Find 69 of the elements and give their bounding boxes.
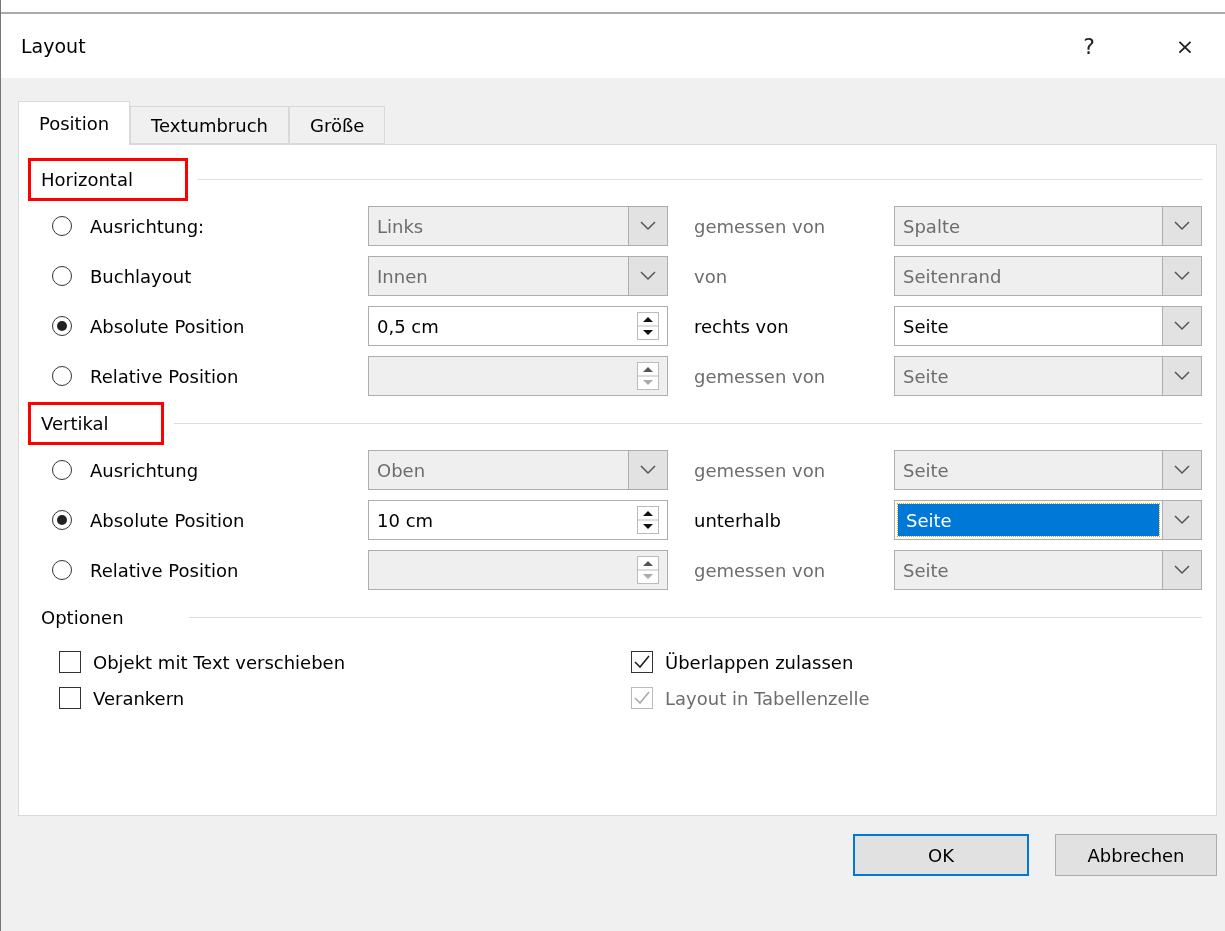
spinner-field[interactable]: 10 cm — [368, 500, 668, 540]
tab[interactable]: Textumbruch — [130, 106, 289, 144]
relation-label: gemessen von — [694, 559, 827, 581]
chevron-down-icon — [1174, 221, 1190, 231]
chevron-down-icon — [1174, 565, 1190, 575]
relation-label: gemessen von — [694, 365, 827, 387]
window-title: Layout — [21, 35, 87, 57]
radio-button[interactable] — [52, 560, 72, 580]
option-label: Ausrichtung — [90, 459, 200, 481]
dropdown[interactable]: Links — [368, 206, 668, 246]
tab[interactable]: Größe — [289, 106, 386, 144]
option-label: Buchlayout — [90, 265, 193, 287]
checkbox[interactable] — [59, 651, 81, 673]
chevron-down-icon — [1174, 465, 1190, 475]
radio-button[interactable] — [52, 266, 72, 286]
section-heading: Optionen — [40, 605, 125, 630]
radio-button[interactable] — [52, 510, 72, 530]
dropdown[interactable]: Seite — [894, 500, 1202, 540]
relation-label: rechts von — [694, 315, 790, 337]
close-button[interactable]: × — [1157, 26, 1213, 66]
dropdown[interactable]: Seite — [894, 450, 1202, 490]
chevron-down-icon — [1174, 515, 1190, 525]
checkbox[interactable] — [631, 651, 653, 673]
option-label: Relative Position — [90, 365, 240, 387]
option-label: Relative Position — [90, 559, 240, 581]
dropdown[interactable]: Seitenrand — [894, 256, 1202, 296]
checkbox-label: Layout in Tabellenzelle — [665, 687, 870, 709]
chevron-down-icon — [640, 465, 656, 475]
radio-button[interactable] — [52, 216, 72, 236]
dropdown[interactable]: Seite — [894, 306, 1202, 346]
option-label: Absolute Position — [90, 315, 246, 337]
dropdown[interactable]: Spalte — [894, 206, 1202, 246]
chevron-down-icon — [1174, 271, 1190, 281]
checkbox-label: Verankern — [93, 687, 185, 709]
section-heading: Vertikal — [28, 401, 164, 445]
option-label: Absolute Position — [90, 509, 246, 531]
spinner-field[interactable] — [368, 550, 668, 590]
cancel-button[interactable]: Abbrechen — [1055, 834, 1217, 876]
spin-arrows-icon[interactable] — [637, 362, 659, 390]
option-label: Ausrichtung: — [90, 215, 206, 237]
help-button[interactable]: ? — [1061, 26, 1117, 66]
ok-button[interactable]: OK — [853, 834, 1029, 876]
chevron-down-icon — [1174, 321, 1190, 331]
dropdown[interactable]: Seite — [894, 356, 1202, 396]
section-heading: Horizontal — [28, 157, 188, 201]
spinner-field[interactable] — [368, 356, 668, 396]
check-icon — [634, 691, 650, 705]
dropdown[interactable]: Seite — [894, 550, 1202, 590]
chevron-down-icon — [640, 271, 656, 281]
spin-arrows-icon[interactable] — [637, 506, 659, 534]
relation-label: gemessen von — [694, 215, 827, 237]
check-icon — [634, 655, 650, 669]
spin-arrows-icon[interactable] — [637, 556, 659, 584]
radio-button[interactable] — [52, 316, 72, 336]
checkbox-label: Überlappen zulassen — [665, 651, 854, 673]
chevron-down-icon — [1174, 371, 1190, 381]
radio-button[interactable] — [52, 366, 72, 386]
tab[interactable]: Position — [18, 101, 131, 145]
checkbox[interactable] — [59, 687, 81, 709]
radio-button[interactable] — [52, 460, 72, 480]
checkbox-label: Objekt mit Text verschieben — [93, 651, 346, 673]
spin-arrows-icon[interactable] — [637, 312, 659, 340]
dropdown[interactable]: Oben — [368, 450, 668, 490]
chevron-down-icon — [640, 221, 656, 231]
relation-label: von — [694, 265, 729, 287]
dropdown[interactable]: Innen — [368, 256, 668, 296]
spinner-field[interactable]: 0,5 cm — [368, 306, 668, 346]
relation-label: gemessen von — [694, 459, 827, 481]
relation-label: unterhalb — [694, 509, 782, 531]
